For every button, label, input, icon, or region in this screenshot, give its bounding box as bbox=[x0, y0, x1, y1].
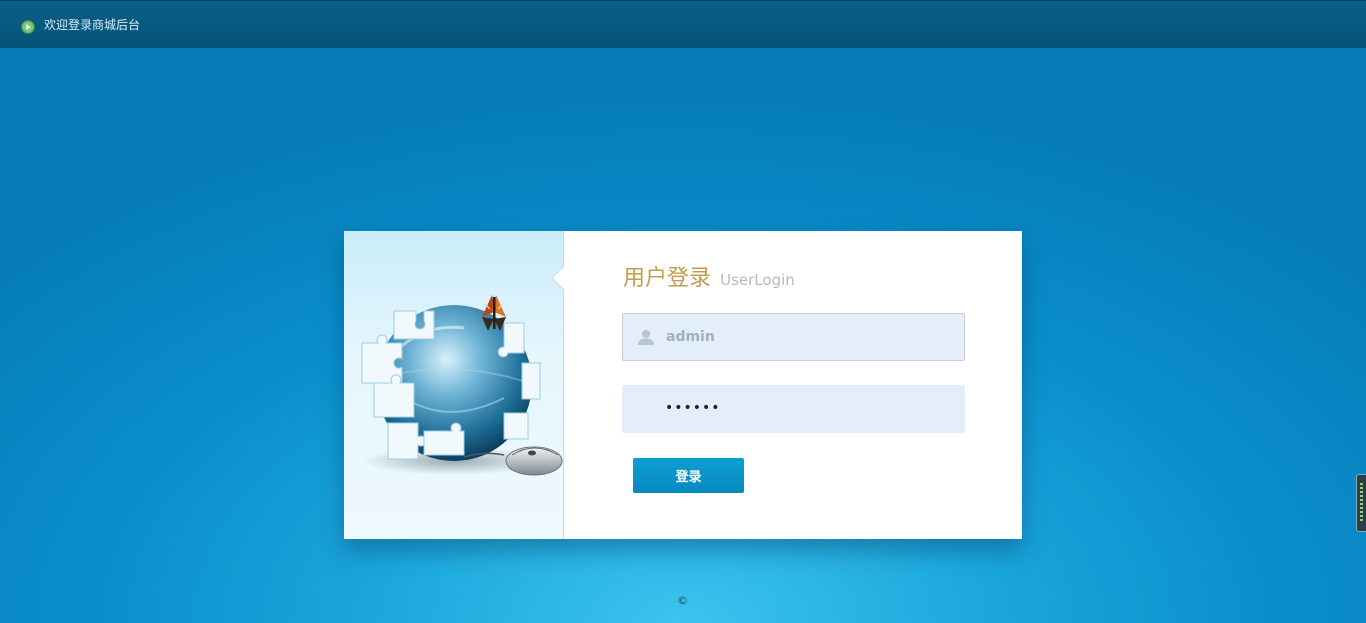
login-heading: 用户登录 UserLogin bbox=[623, 260, 795, 292]
side-widget-tab[interactable] bbox=[1356, 474, 1366, 532]
login-title: 用户登录 bbox=[623, 266, 712, 291]
user-icon bbox=[638, 330, 654, 345]
footer-copyright: © bbox=[677, 594, 688, 607]
password-field bbox=[622, 385, 965, 433]
password-input[interactable] bbox=[665, 385, 955, 431]
login-button[interactable]: 登录 bbox=[633, 458, 744, 493]
username-input[interactable] bbox=[666, 314, 956, 360]
puzzle-globe-illustration bbox=[361, 295, 563, 476]
top-bar-title: 欢迎登录商城后台 bbox=[44, 18, 141, 32]
top-bar: 欢迎登录商城后台 bbox=[0, 0, 1366, 48]
illustration-pane bbox=[344, 231, 564, 539]
login-subtitle: UserLogin bbox=[720, 271, 795, 289]
username-field bbox=[622, 313, 965, 361]
play-circle-icon bbox=[21, 20, 35, 34]
login-panel: 用户登录 UserLogin 登录 bbox=[344, 231, 1022, 539]
